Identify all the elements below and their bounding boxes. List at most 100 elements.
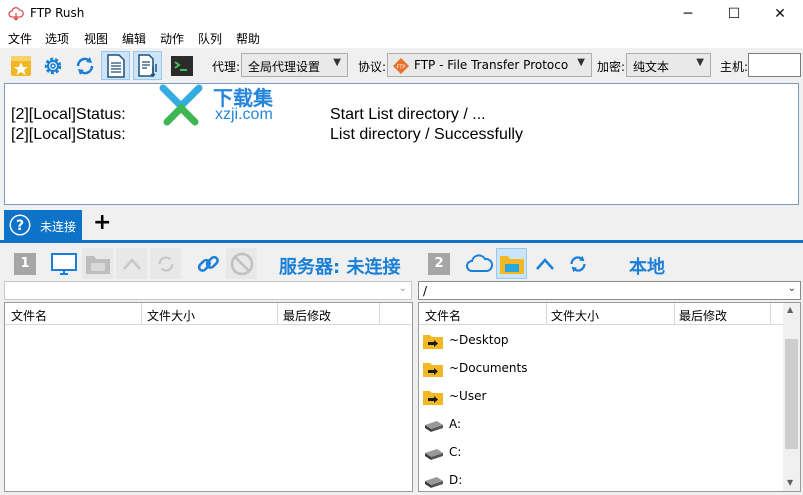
chevron-down-icon: ▼ — [696, 57, 704, 68]
refresh-button[interactable] — [70, 51, 99, 80]
log-panel[interactable]: [2][Local]Status: Start List directory /… — [4, 83, 799, 205]
document-icon — [106, 53, 125, 78]
terminal-button[interactable] — [167, 51, 196, 80]
app-cloud-icon — [8, 7, 24, 21]
column-header-size[interactable]: 文件大小 — [551, 307, 599, 324]
log-line-source: [2][Local]Status: — [11, 106, 126, 123]
column-header-size[interactable]: 文件大小 — [147, 307, 195, 324]
cloud-icon — [465, 253, 493, 272]
local-up-button[interactable] — [529, 248, 560, 279]
list-item[interactable]: A: — [419, 411, 783, 439]
link-icon — [197, 255, 219, 272]
transfer-log-button[interactable] — [133, 51, 162, 80]
list-item[interactable]: ~Desktop — [419, 327, 783, 355]
list-item[interactable]: C: — [419, 439, 783, 467]
local-cloud-button[interactable] — [463, 248, 494, 279]
watermark-logo-icon — [159, 84, 203, 126]
menu-options[interactable]: 选项 — [45, 30, 69, 47]
protocol-select[interactable]: FTP FTP - File Transfer Protoco ▼ — [387, 53, 592, 77]
server-refresh-button[interactable] — [150, 248, 181, 279]
question-icon: ? — [9, 214, 31, 236]
refresh-icon — [76, 56, 93, 75]
drive-icon — [425, 449, 443, 460]
column-separator — [277, 303, 278, 325]
list-item[interactable]: ~Documents — [419, 355, 783, 383]
scroll-up-arrow-icon[interactable]: ▲ — [787, 305, 793, 314]
main-toolbar: 代理: 全局代理设置 ▼ 协议: FTP FTP - File Transfer… — [0, 48, 803, 82]
folder-icon — [85, 255, 110, 274]
menu-view[interactable]: 视图 — [84, 30, 108, 47]
list-item-name: ~User — [449, 389, 487, 403]
local-list-body: ~Desktop ~Documents ~User A: C: D: — [419, 327, 783, 491]
local-path-combo[interactable]: / ⌄ — [418, 281, 801, 300]
protocol-label: 协议: — [358, 60, 387, 74]
bookmark-star-button[interactable] — [6, 51, 35, 80]
proxy-select[interactable]: 全局代理设置 ▼ — [241, 53, 348, 77]
local-file-list[interactable]: 文件名 文件大小 最后修改 ~Desktop ~Documents ~User — [418, 302, 801, 492]
tab-label: 未连接 — [40, 220, 77, 234]
ftp-protocol-icon: FTP — [393, 58, 409, 74]
menu-action[interactable]: 动作 — [160, 30, 184, 47]
protocol-select-value: FTP - File Transfer Protoco — [414, 58, 569, 72]
column-header-name[interactable]: 文件名 — [425, 307, 461, 324]
server-list-header: 文件名 文件大小 最后修改 — [5, 303, 412, 325]
drive-icon — [425, 477, 443, 488]
server-path-combo[interactable]: ⌄ — [4, 281, 412, 300]
column-separator — [379, 303, 380, 325]
local-folder-button[interactable] — [496, 248, 527, 279]
add-tab-button[interactable]: + — [93, 210, 111, 235]
host-label: 主机: — [720, 60, 749, 74]
host-input[interactable] — [748, 53, 801, 77]
tab-not-connected[interactable]: ? 未连接 — [4, 210, 82, 240]
local-pane-title: 本地 — [629, 257, 665, 278]
drive-icon — [425, 421, 443, 432]
folder-shortcut-icon — [423, 391, 443, 405]
server-file-list[interactable]: 文件名 文件大小 最后修改 — [4, 302, 413, 492]
disconnect-icon — [230, 252, 253, 275]
list-item[interactable]: ~User — [419, 383, 783, 411]
watermark: 下载集 xzji.com — [157, 80, 307, 128]
arrow-up-icon — [535, 257, 554, 270]
connection-tab-bar: ? 未连接 + — [0, 208, 803, 240]
maximize-button[interactable]: ☐ — [711, 0, 757, 28]
column-separator — [141, 303, 142, 325]
chevron-down-icon: ⌄ — [398, 283, 407, 294]
scroll-down-arrow-icon[interactable]: ▼ — [787, 478, 793, 487]
column-header-modified[interactable]: 最后修改 — [283, 307, 331, 324]
server-connect-button[interactable] — [192, 248, 223, 279]
list-item-name: ~Documents — [449, 361, 528, 375]
scrollbar-thumb[interactable] — [785, 339, 798, 449]
server-up-button[interactable] — [116, 248, 147, 279]
menu-queue[interactable]: 队列 — [198, 30, 222, 47]
minimize-button[interactable]: ─ — [665, 0, 711, 28]
server-folder-button[interactable] — [82, 248, 113, 279]
close-button[interactable]: ✕ — [757, 0, 803, 28]
local-pane: 2 本地 / ⌄ 文件名 文件大小 最后修改 ~Desktop ~Documen… — [416, 243, 803, 493]
folder-shortcut-icon — [423, 363, 443, 377]
log-line-message: Start List directory / ... — [330, 106, 486, 123]
window-title: FTP Rush — [30, 6, 85, 20]
server-pane-title: 服务器: 未连接 — [279, 257, 401, 278]
column-header-name[interactable]: 文件名 — [11, 307, 47, 324]
server-pane: 1 服务器: 未连接 ⌄ 文件名 文件大小 最后修改 — [0, 243, 416, 493]
server-disconnect-button[interactable] — [226, 248, 257, 279]
menu-file[interactable]: 文件 — [8, 30, 32, 47]
settings-button[interactable] — [38, 51, 67, 80]
encryption-label: 加密: — [597, 60, 626, 74]
server-site-manager-button[interactable] — [48, 248, 79, 279]
menu-edit[interactable]: 编辑 — [122, 30, 146, 47]
pane-number-badge: 2 — [428, 253, 450, 275]
menu-help[interactable]: 帮助 — [236, 30, 260, 47]
log-line-source: [2][Local]Status: — [11, 126, 126, 143]
menu-bar: 文件 选项 视图 编辑 动作 队列 帮助 — [0, 28, 803, 48]
vertical-scrollbar[interactable]: ▲ ▼ — [783, 303, 800, 491]
encryption-select[interactable]: 纯文本 ▼ — [626, 53, 711, 77]
svg-text:FTP: FTP — [397, 65, 406, 71]
chevron-down-icon: ⌄ — [787, 283, 796, 294]
folder-icon — [499, 255, 524, 274]
local-refresh-button[interactable] — [562, 248, 593, 279]
log-view-button[interactable] — [101, 51, 130, 80]
column-header-modified[interactable]: 最后修改 — [679, 307, 727, 324]
pane-number-badge: 1 — [14, 253, 36, 275]
list-item[interactable]: D: — [419, 467, 783, 495]
